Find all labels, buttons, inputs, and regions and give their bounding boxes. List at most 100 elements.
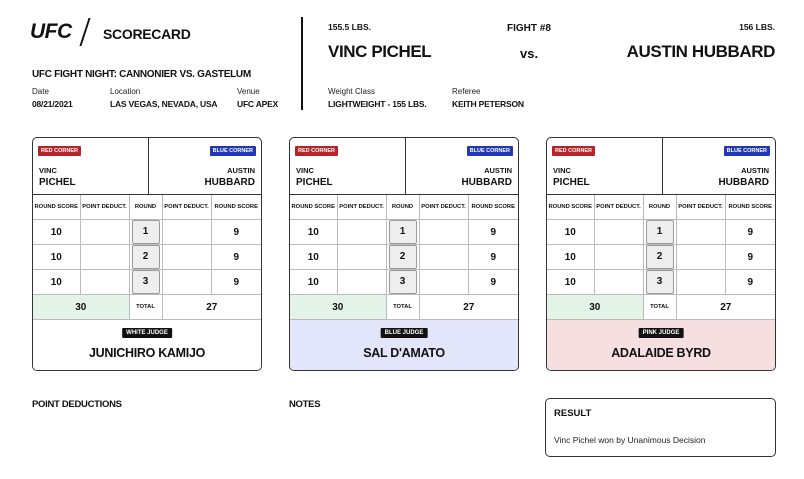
weight-class-label: Weight Class xyxy=(328,87,375,96)
judge-scorecard: RED CORNER BLUE CORNER VINC PICHEL AUSTI… xyxy=(546,137,776,371)
venue-label: Venue xyxy=(237,87,260,96)
red-corner-badge: RED CORNER xyxy=(295,146,338,156)
round-number: 2 xyxy=(131,245,160,269)
point-deductions-heading: POINT DEDUCTIONS xyxy=(32,399,122,410)
red-point-deduction xyxy=(80,269,130,295)
round-row: 10 2 9 xyxy=(290,244,518,270)
blue-point-deduction xyxy=(676,244,726,270)
round-row: 10 3 9 xyxy=(33,269,261,295)
round-number-cell: 1 xyxy=(129,219,163,245)
blue-corner-badge: BLUE CORNER xyxy=(209,146,256,156)
round-number-cell: 1 xyxy=(643,219,677,245)
round-number: 1 xyxy=(645,220,674,244)
blue-round-score-header: ROUND SCORE xyxy=(211,195,261,220)
red-point-deduction xyxy=(80,244,130,270)
vs-label: vs. xyxy=(520,46,539,61)
blue-round-score: 9 xyxy=(211,269,261,295)
header-divider xyxy=(301,17,303,110)
red-fighter-last-name: PICHEL xyxy=(39,177,76,188)
red-corner-badge: RED CORNER xyxy=(552,146,595,156)
event-venue: UFC APEX xyxy=(237,99,279,109)
logo-divider xyxy=(79,18,91,46)
judge-color-badge: BLUE JUDGE xyxy=(380,328,428,338)
round-number: 1 xyxy=(388,220,417,244)
round-number-cell: 1 xyxy=(386,219,420,245)
blue-point-deduction xyxy=(676,219,726,245)
weight-class: LIGHTWEIGHT - 155 LBS. xyxy=(328,99,427,109)
red-fighter-last-name: PICHEL xyxy=(296,177,333,188)
red-round-score: 10 xyxy=(33,269,81,295)
blue-round-score: 9 xyxy=(725,269,775,295)
blue-weight: 156 LBS. xyxy=(739,22,775,32)
corner-divider xyxy=(148,138,149,194)
red-round-score: 10 xyxy=(33,219,81,245)
blue-point-deduction xyxy=(162,269,212,295)
blue-round-score: 9 xyxy=(211,219,261,245)
blue-corner-badge: BLUE CORNER xyxy=(723,146,770,156)
round-number-cell: 2 xyxy=(129,244,163,270)
score-table-header: ROUND SCORE POINT DEDUCT. ROUND POINT DE… xyxy=(547,195,775,220)
round-number-cell: 2 xyxy=(643,244,677,270)
blue-corner-badge: BLUE CORNER xyxy=(466,146,513,156)
round-header: ROUND xyxy=(129,195,163,220)
event-location: LAS VEGAS, NEVADA, USA xyxy=(110,99,218,109)
judge-name: JUNICHIRO KAMIJO xyxy=(88,346,206,360)
round-number: 2 xyxy=(645,245,674,269)
red-point-deduction xyxy=(594,269,644,295)
round-row: 10 3 9 xyxy=(290,269,518,295)
judge-name: SAL D'AMATO xyxy=(363,346,445,360)
red-round-score-header: ROUND SCORE xyxy=(547,195,595,220)
red-point-deduct-header: POINT DEDUCT. xyxy=(594,195,644,220)
blue-round-score: 9 xyxy=(725,244,775,270)
round-number: 3 xyxy=(388,270,417,294)
red-corner-badge: RED CORNER xyxy=(38,146,81,156)
total-label: TOTAL xyxy=(643,294,677,320)
date-label: Date xyxy=(32,87,49,96)
red-round-score: 10 xyxy=(290,269,338,295)
red-fighter-last-name: PICHEL xyxy=(553,177,590,188)
red-round-score: 10 xyxy=(290,219,338,245)
round-header: ROUND xyxy=(386,195,420,220)
red-fighter-first-name: VINC xyxy=(553,166,571,175)
red-round-score: 10 xyxy=(547,219,595,245)
score-table: ROUND SCORE POINT DEDUCT. ROUND POINT DE… xyxy=(290,195,518,320)
blue-round-score: 9 xyxy=(468,219,518,245)
red-point-deduction xyxy=(337,269,387,295)
red-point-deduction xyxy=(594,244,644,270)
corner-divider xyxy=(662,138,663,194)
fight-number: FIGHT #8 xyxy=(507,23,551,34)
corner-header: RED CORNER BLUE CORNER VINC PICHEL AUSTI… xyxy=(33,138,261,195)
corner-header: RED CORNER BLUE CORNER VINC PICHEL AUSTI… xyxy=(290,138,518,195)
red-round-score: 10 xyxy=(547,269,595,295)
judge-scorecard: RED CORNER BLUE CORNER VINC PICHEL AUSTI… xyxy=(32,137,262,371)
red-fighter-first-name: VINC xyxy=(39,166,57,175)
blue-fighter-last-name: HUBBARD xyxy=(718,177,769,188)
blue-fighter-last-name: HUBBARD xyxy=(461,177,512,188)
round-row: 10 1 9 xyxy=(33,219,261,245)
red-point-deduct-header: POINT DEDUCT. xyxy=(337,195,387,220)
round-row: 10 1 9 xyxy=(547,219,775,245)
red-round-score-header: ROUND SCORE xyxy=(33,195,81,220)
red-fighter-name: VINC PICHEL xyxy=(328,42,432,61)
round-number: 3 xyxy=(131,270,160,294)
blue-point-deduction xyxy=(162,244,212,270)
red-point-deduction xyxy=(594,219,644,245)
red-point-deduction xyxy=(337,244,387,270)
score-table-header: ROUND SCORE POINT DEDUCT. ROUND POINT DE… xyxy=(290,195,518,220)
round-number: 3 xyxy=(645,270,674,294)
blue-point-deduction xyxy=(419,269,469,295)
total-row: 30 TOTAL 27 xyxy=(33,294,261,320)
red-round-score: 10 xyxy=(547,244,595,270)
location-label: Location xyxy=(110,87,141,96)
judge-color-badge: WHITE JUDGE xyxy=(122,328,172,338)
blue-point-deduction xyxy=(676,269,726,295)
blue-fighter-name: AUSTIN HUBBARD xyxy=(626,42,776,61)
blue-total: 27 xyxy=(419,294,518,320)
score-table: ROUND SCORE POINT DEDUCT. ROUND POINT DE… xyxy=(33,195,261,320)
blue-fighter-first-name: AUSTIN xyxy=(484,166,512,175)
blue-point-deduct-header: POINT DEDUCT. xyxy=(162,195,212,220)
blue-round-score-header: ROUND SCORE xyxy=(468,195,518,220)
judge-scorecard: RED CORNER BLUE CORNER VINC PICHEL AUSTI… xyxy=(289,137,519,371)
round-header: ROUND xyxy=(643,195,677,220)
round-row: 10 2 9 xyxy=(33,244,261,270)
